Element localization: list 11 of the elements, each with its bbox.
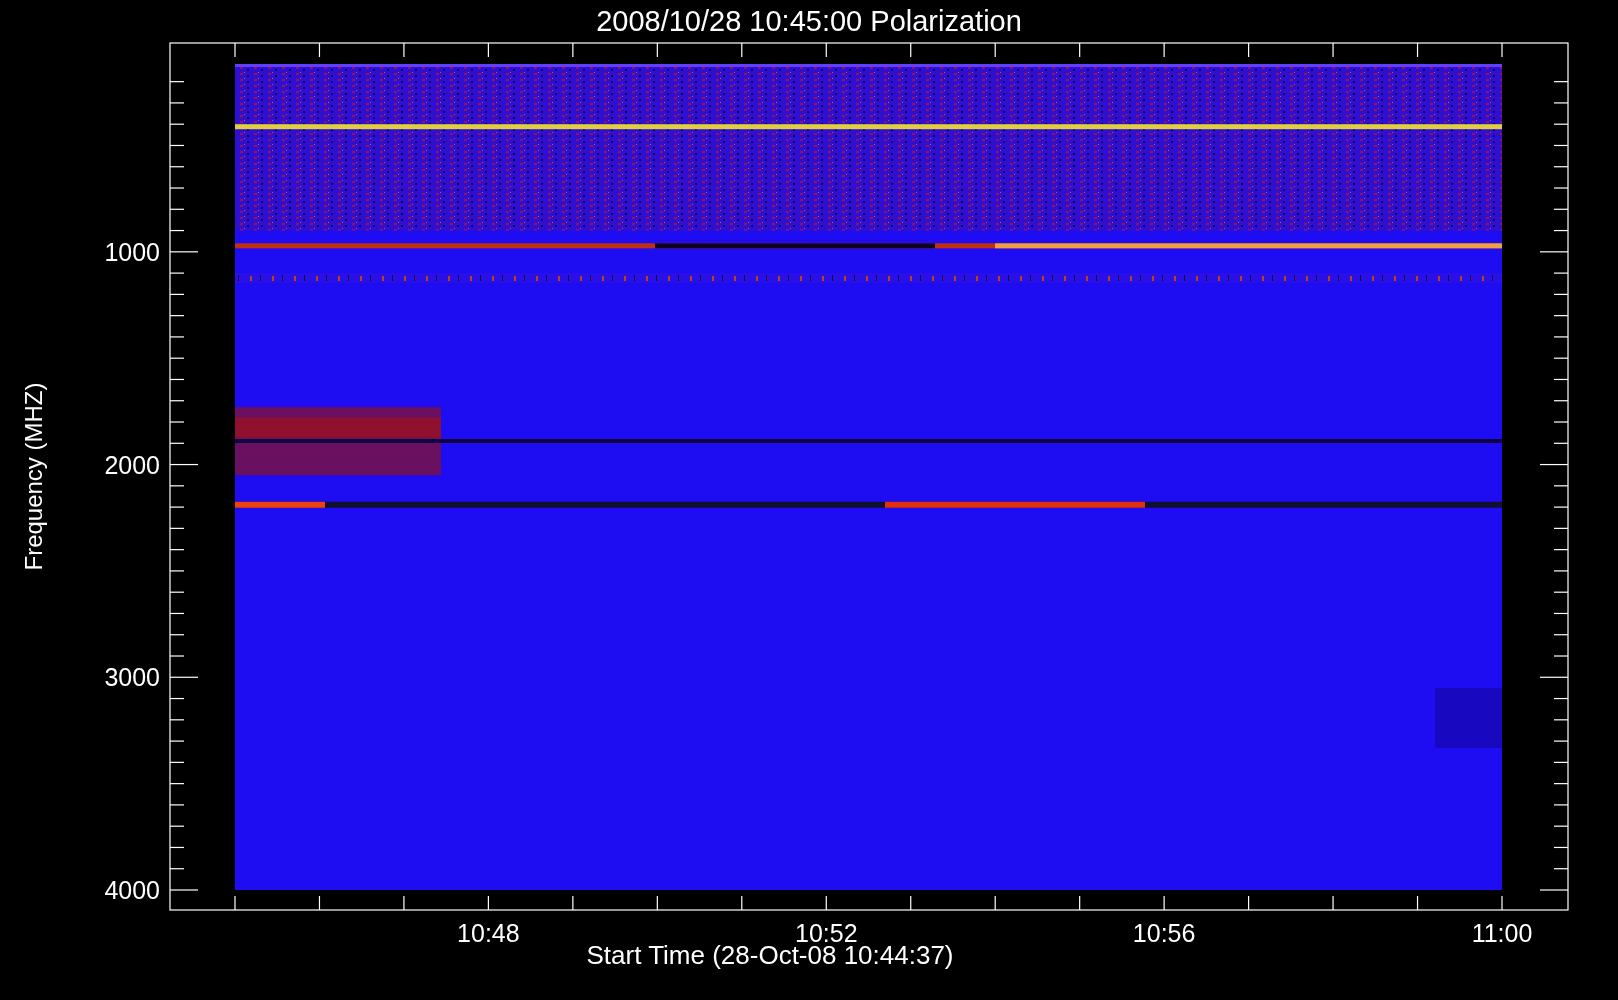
x-tick-label: 10:48	[457, 919, 520, 942]
x-tick-label: 10:52	[795, 919, 858, 942]
y-tick-label: 2000	[104, 450, 160, 479]
x-tick-label: 10:56	[1132, 919, 1196, 942]
x-tick-label: 11:00	[1471, 919, 1533, 942]
y-tick-label: 3000	[104, 663, 160, 692]
y-axis-title: Frequency (MHZ)	[19, 382, 47, 570]
x-axis-title: Start Time (28-Oct-08 10:44:37)	[586, 942, 954, 972]
y-tick-label: 4000	[104, 876, 160, 904]
y-tick-label: 1000	[104, 237, 160, 266]
plot-title: 2008/10/28 10:45:00 Polarization	[596, 6, 1022, 36]
